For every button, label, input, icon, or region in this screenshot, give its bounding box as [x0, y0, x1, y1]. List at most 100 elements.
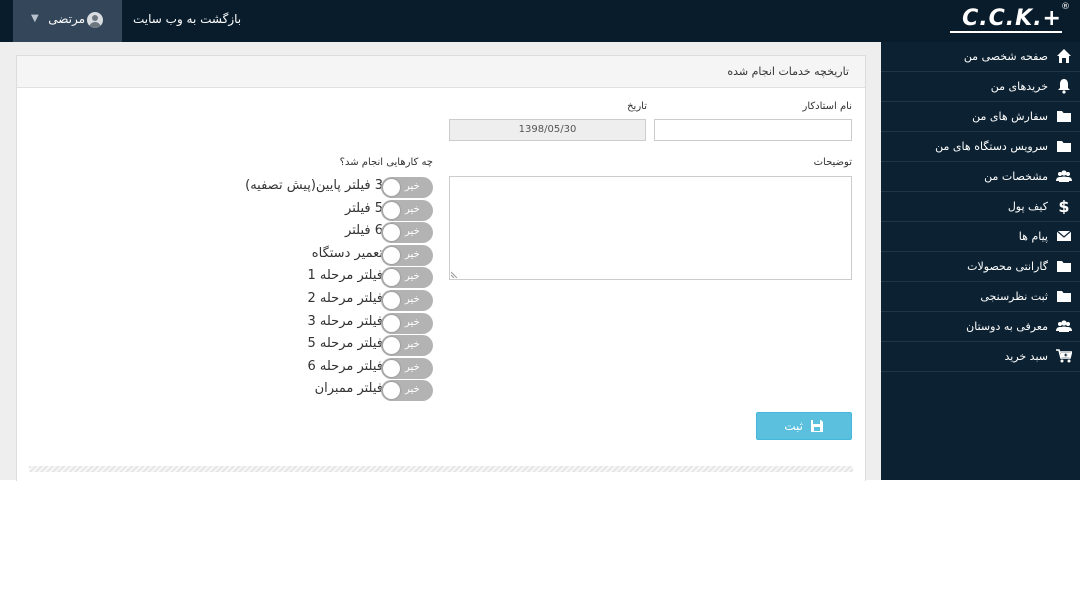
sidebar: صفحه شخصی من خریدهای من سفارش های من سرو… [881, 42, 1080, 480]
sidebar-item-orders[interactable]: سفارش های من [881, 102, 1080, 132]
sidebar-item-label: خریدهای من [990, 80, 1048, 93]
save-button[interactable]: ثبت [756, 412, 852, 440]
switch-off-text: خیر [405, 181, 420, 192]
sidebar-item-label: صفحه شخصی من [963, 50, 1048, 63]
folder-icon [1056, 108, 1072, 124]
switch-off-text: خیر [405, 294, 420, 305]
task-toggle-switch[interactable]: خیر [381, 244, 433, 266]
sidebar-item-warranty[interactable]: گارانتی محصولات [881, 252, 1080, 282]
save-button-label: ثبت [784, 419, 803, 433]
description-textarea[interactable] [449, 176, 852, 280]
task-toggle-label: 5 فیلتر [345, 200, 383, 216]
svg-text:$: $ [1058, 198, 1069, 214]
switch-knob[interactable] [383, 201, 400, 219]
panel-divider [29, 466, 853, 472]
folder-icon [1056, 258, 1072, 274]
task-toggle-switch[interactable]: خیر [381, 380, 433, 402]
switch-knob[interactable] [383, 314, 400, 332]
task-toggle-label: فیلتر مرحله 3 [307, 313, 383, 329]
sidebar-item-label: سبد خرید [1004, 350, 1048, 363]
date-value: 1398/05/30 [518, 124, 577, 135]
task-toggle-label: تعمیر دستگاه [311, 245, 383, 261]
task-toggle-label: فیلتر مرحله 2 [307, 291, 383, 306]
switch-knob[interactable] [383, 292, 400, 309]
task-toggle-row[interactable]: فیلتر مرحله 5 خیر [180, 334, 433, 357]
sidebar-item-label: معرفی به دوستان [966, 320, 1048, 333]
switch-off-text: خیر [405, 203, 420, 215]
sidebar-item-label: کیف پول [1007, 200, 1048, 213]
bell-icon [1056, 78, 1072, 94]
task-toggle-row[interactable]: فیلتر ممبران خیر [180, 379, 433, 402]
switch-off-text: خیر [405, 316, 420, 328]
sidebar-item-wallet[interactable]: $ کیف پول [881, 192, 1080, 222]
switch-off-text: خیر [405, 361, 420, 373]
switch-knob[interactable] [383, 269, 400, 287]
users-icon [1056, 168, 1072, 184]
task-toggle-row[interactable]: 6 فیلتر خیر [180, 221, 433, 244]
task-toggle-switch[interactable]: خیر [381, 199, 433, 221]
sidebar-item-cart[interactable]: سبد خرید [881, 342, 1080, 372]
sidebar-item-purchases[interactable]: خریدهای من [881, 72, 1080, 102]
date-label: تاریخ [627, 101, 647, 112]
task-toggle-row[interactable]: 5 فیلتر خیر [180, 199, 433, 221]
task-toggle-label: فیلتر مرحله 1 [307, 268, 383, 284]
logo-underline [950, 31, 1062, 33]
sidebar-item-messages[interactable]: پیام ها [881, 222, 1080, 252]
switch-off-text: خیر [405, 271, 420, 283]
switch-knob[interactable] [383, 337, 400, 355]
sidebar-item-my-details[interactable]: مشخصات من [881, 162, 1080, 192]
technician-label: نام استادکار [802, 101, 852, 112]
task-toggle-switch[interactable]: خیر [381, 222, 433, 244]
task-toggle-switch[interactable]: خیر [381, 357, 433, 379]
sidebar-item-profile[interactable]: صفحه شخصی من [881, 42, 1080, 72]
back-to-website-link[interactable]: بازگشت به وب سایت [133, 12, 241, 26]
sidebar-item-label: سرویس دستگاه های من [935, 140, 1048, 153]
sidebar-item-label: سفارش های من [972, 110, 1048, 123]
switch-off-text: خیر [405, 384, 420, 396]
user-avatar-icon [87, 12, 103, 28]
switch-off-text: خیر [405, 248, 420, 260]
date-input[interactable]: 1398/05/30 [449, 119, 646, 141]
task-toggle-switch[interactable]: خیر [381, 290, 433, 311]
switch-knob[interactable] [383, 179, 400, 196]
sidebar-item-device-service[interactable]: سرویس دستگاه های من [881, 132, 1080, 162]
user-menu[interactable]: مرتضی ▼ [13, 0, 122, 42]
task-toggle-row[interactable]: فیلتر مرحله 1 خیر [180, 266, 433, 289]
task-toggle-row[interactable]: فیلتر مرحله 6 خیر [180, 357, 433, 379]
task-toggle-switch[interactable]: خیر [381, 335, 433, 357]
task-toggle-switch[interactable]: خیر [381, 312, 433, 334]
task-toggle-row[interactable]: فیلتر مرحله 3 خیر [180, 312, 433, 334]
task-toggle-row[interactable]: فیلتر مرحله 2 خیر [180, 289, 433, 311]
sidebar-item-survey[interactable]: ثبت نظرسنجی [881, 282, 1080, 312]
switch-off-text: خیر [405, 226, 420, 238]
task-toggle-switch[interactable]: خیر [381, 267, 433, 289]
task-toggle-label: فیلتر مرحله 6 [307, 358, 383, 374]
sidebar-item-label: گارانتی محصولات [967, 260, 1048, 273]
sidebar-item-label: پیام ها [1018, 230, 1048, 243]
switch-knob[interactable] [383, 382, 400, 400]
tasks-label: چه کارهایی انجام شد؟ [339, 157, 433, 168]
switch-knob[interactable] [383, 359, 400, 377]
technician-input[interactable] [654, 119, 852, 141]
sidebar-item-invite-friends[interactable]: معرفی به دوستان [881, 312, 1080, 342]
sidebar-item-label: ثبت نظرسنجی [980, 290, 1048, 303]
task-toggle-label: فیلتر ممبران [314, 381, 383, 397]
registered-mark: ® [1061, 2, 1070, 12]
switch-off-text: خیر [405, 339, 420, 351]
task-toggle-row[interactable]: 3 فیلتر پایین(پیش تصفیه) خیر [180, 176, 433, 198]
site-logo[interactable]: C.C.K.+ ® [950, 2, 1070, 33]
technician-value [655, 120, 851, 140]
cart-icon [1056, 348, 1072, 364]
users-icon [1056, 318, 1072, 334]
switch-knob[interactable] [383, 246, 400, 264]
sidebar-item-label: مشخصات من [984, 170, 1048, 183]
task-toggle-switch[interactable]: خیر [381, 177, 433, 198]
switch-knob[interactable] [383, 224, 400, 242]
task-toggle-label: 6 فیلتر [345, 223, 383, 239]
resize-handle-icon[interactable] [451, 270, 459, 278]
logo-text: C.C.K.+ [962, 6, 1062, 31]
task-toggle-row[interactable]: تعمیر دستگاه خیر [180, 244, 433, 266]
top-navbar: C.C.K.+ ® بازگشت به وب سایت مرتضی ▼ [0, 0, 1080, 42]
panel-header: تاریخچه خدمات انجام شده [17, 56, 865, 88]
floppy-disk-icon [811, 420, 823, 432]
